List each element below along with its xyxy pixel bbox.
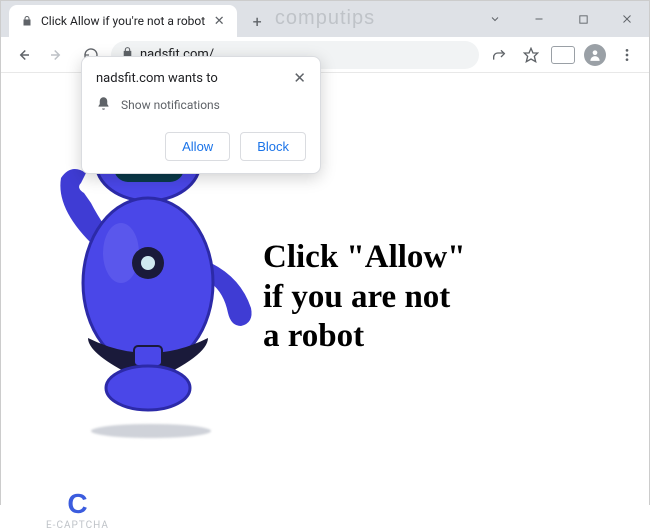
dropdown-icon[interactable] [473, 1, 517, 37]
toolbar-right [485, 41, 641, 69]
permission-action-label: Show notifications [121, 98, 220, 112]
watermark-text: computips [275, 7, 375, 30]
close-popup-icon[interactable]: ✕ [293, 71, 306, 86]
back-button[interactable] [9, 41, 37, 69]
titlebar: computips Click Allow if you're not a ro… [1, 1, 649, 37]
headline-line2: if you are not [263, 278, 466, 318]
minimize-button[interactable] [517, 1, 561, 37]
close-tab-icon[interactable]: ✕ [211, 14, 227, 29]
forward-button[interactable] [43, 41, 71, 69]
profile-avatar[interactable] [581, 41, 609, 69]
shadow-ellipse [91, 424, 211, 438]
headline-text: Click "Allow" if you are not a robot [263, 238, 466, 357]
headline-line3: a robot [263, 317, 466, 357]
share-icon[interactable] [485, 41, 513, 69]
browser-tab[interactable]: Click Allow if you're not a robot ✕ [9, 5, 237, 37]
extensions-icon[interactable] [549, 41, 577, 69]
close-window-button[interactable] [605, 1, 649, 37]
allow-button[interactable]: Allow [165, 132, 230, 161]
maximize-button[interactable] [561, 1, 605, 37]
headline-line1: Click "Allow" [263, 238, 466, 278]
captcha-logo-icon: C [67, 488, 87, 520]
permission-title: nadsfit.com wants to [96, 71, 218, 86]
captcha-label: E-CAPTCHA [46, 520, 109, 531]
captcha-badge: C E-CAPTCHA [46, 488, 109, 531]
notification-permission-popup: nadsfit.com wants to ✕ Show notification… [81, 56, 321, 174]
new-tab-button[interactable]: + [243, 7, 271, 35]
window-controls [473, 1, 649, 37]
menu-icon[interactable] [613, 41, 641, 69]
tab-title: Click Allow if you're not a robot [41, 14, 205, 28]
bookmark-icon[interactable] [517, 41, 545, 69]
bell-icon [96, 96, 111, 114]
block-button[interactable]: Block [240, 132, 306, 161]
lock-icon [19, 13, 35, 29]
